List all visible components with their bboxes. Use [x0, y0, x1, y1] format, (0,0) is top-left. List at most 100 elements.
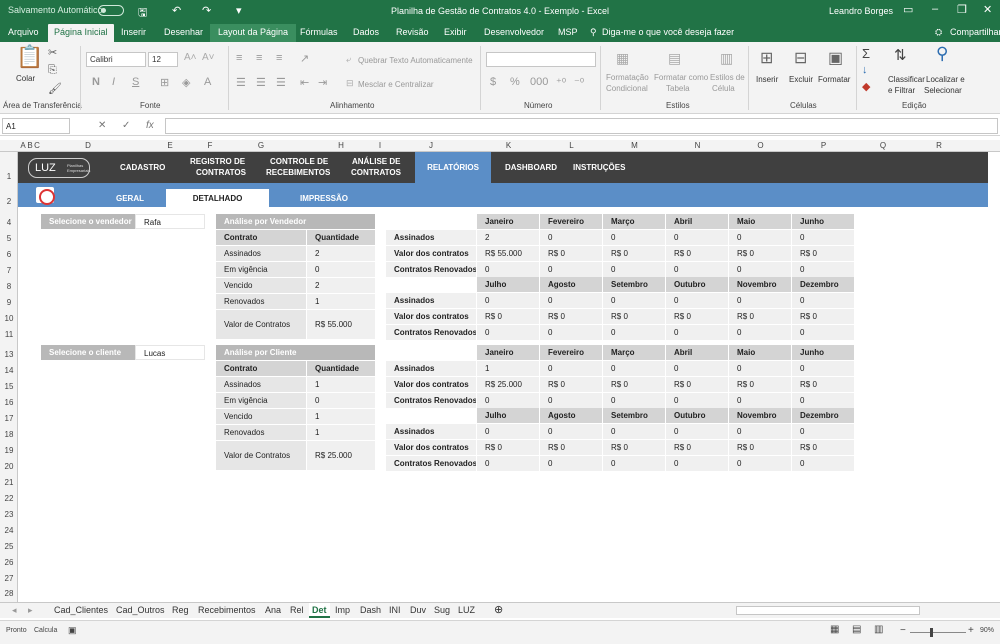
format-table-button-l2[interactable]: Tabela	[666, 84, 690, 93]
align-middle-icon[interactable]: ≡	[256, 52, 262, 64]
sheet-tab-active[interactable]: Det	[309, 603, 330, 618]
sheet-tab[interactable]: LUZ	[458, 605, 475, 615]
tab-formulas[interactable]: Fórmulas	[300, 27, 338, 37]
nav-controle-l2[interactable]: RECEBIMENTOS	[266, 168, 330, 178]
row-header[interactable]: 5	[0, 234, 18, 243]
enter-icon[interactable]: ✓	[122, 120, 130, 131]
select-client-input[interactable]: Lucas	[135, 345, 205, 360]
subnav-detalhado[interactable]: DETALHADO	[166, 189, 269, 207]
tell-me-search[interactable]: Diga-me o que você deseja fazer	[602, 27, 734, 37]
wrap-text-icon[interactable]: ⤶	[346, 54, 351, 65]
col-header[interactable]: G	[215, 141, 307, 150]
align-right-icon[interactable]: ☰	[276, 76, 286, 89]
cell-styles-button-l2[interactable]: Célula	[712, 84, 735, 93]
col-header[interactable]: O	[729, 141, 792, 150]
subnav-impressao[interactable]: IMPRESSÃO	[300, 194, 348, 203]
row-header[interactable]: 21	[0, 478, 18, 487]
nav-cadastro[interactable]: CADASTRO	[120, 163, 165, 173]
format-table-icon[interactable]: ▤	[668, 50, 681, 67]
zoom-in-icon[interactable]: +	[968, 625, 974, 636]
sheet-tab[interactable]: Dash	[360, 605, 381, 615]
tab-dados[interactable]: Dados	[353, 27, 379, 37]
percent-icon[interactable]: %	[510, 76, 520, 88]
row-header[interactable]: 1	[0, 172, 18, 181]
conditional-format-icon[interactable]: ▦	[616, 50, 629, 67]
row-header[interactable]: 22	[0, 494, 18, 503]
subnav-geral[interactable]: GERAL	[116, 194, 144, 203]
currency-icon[interactable]: $	[490, 76, 496, 88]
nav-controle-l1[interactable]: CONTROLE DE	[270, 157, 328, 167]
insert-cells-button[interactable]: Inserir	[756, 75, 778, 84]
col-header[interactable]: J	[385, 141, 477, 150]
row-header[interactable]: 14	[0, 366, 18, 375]
sort-filter-icon[interactable]: ⇅	[894, 46, 907, 64]
next-sheet-icon[interactable]: ▸	[28, 605, 33, 616]
merge-icon[interactable]: ⊟	[346, 78, 354, 89]
zoom-slider-thumb[interactable]	[930, 628, 933, 637]
paste-button[interactable]: Colar	[16, 74, 35, 83]
macro-record-icon[interactable]: ▣	[68, 625, 77, 636]
row-header[interactable]: 11	[0, 330, 18, 339]
page-layout-view-icon[interactable]: ▤	[852, 624, 861, 635]
ribbon-options-icon[interactable]: ▭	[903, 3, 913, 16]
row-header[interactable]: 26	[0, 558, 18, 567]
conditional-format-button-l2[interactable]: Condicional	[606, 84, 648, 93]
cell-styles-button-l1[interactable]: Estilos de	[710, 73, 745, 82]
nav-instrucoes[interactable]: INSTRUÇÕES	[573, 163, 625, 173]
sheet-tab[interactable]: Cad_Outros	[116, 605, 165, 615]
tab-arquivo[interactable]: Arquivo	[8, 27, 39, 37]
restore-icon[interactable]: ❐	[957, 3, 967, 16]
align-bottom-icon[interactable]: ≡	[276, 52, 282, 64]
fill-color-icon[interactable]: ◈	[182, 76, 190, 89]
wrap-text-button[interactable]: Quebrar Texto Automaticamente	[358, 56, 473, 65]
row-header[interactable]: 6	[0, 250, 18, 259]
row-header[interactable]: 24	[0, 526, 18, 535]
sheet-tab[interactable]: Sug	[434, 605, 450, 615]
format-cells-button[interactable]: Formatar	[818, 75, 850, 84]
font-color-icon[interactable]: A	[204, 76, 211, 88]
col-header[interactable]: K	[477, 141, 540, 150]
font-name-select[interactable]: Calibri	[86, 52, 146, 67]
col-header[interactable]: R	[911, 141, 967, 150]
nav-relatorios[interactable]: RELATÓRIOS	[415, 152, 491, 183]
col-header[interactable]: I	[375, 141, 385, 150]
tab-pagina-inicial[interactable]: Página Inicial	[48, 24, 114, 42]
insert-function-icon[interactable]: fx	[146, 120, 154, 131]
autosum-icon[interactable]: Σ	[862, 46, 870, 61]
format-painter-icon[interactable]: 🖌	[48, 82, 62, 95]
format-cells-icon[interactable]: ▣	[828, 48, 843, 68]
col-header[interactable]: M	[603, 141, 666, 150]
col-header[interactable]: D	[41, 141, 135, 150]
row-header[interactable]: 19	[0, 446, 18, 455]
nav-registro-l2[interactable]: CONTRATOS	[196, 168, 246, 178]
row-header[interactable]: 17	[0, 414, 18, 423]
close-icon[interactable]: ✕	[983, 3, 992, 16]
row-header[interactable]: 27	[0, 574, 18, 583]
sheet-tab[interactable]: INI	[389, 605, 401, 615]
increase-decimal-icon[interactable]: ⁺⁰	[556, 76, 566, 89]
nav-analise-l1[interactable]: ANÁLISE DE	[352, 157, 400, 167]
align-top-icon[interactable]: ≡	[236, 52, 242, 64]
tab-msp[interactable]: MSP	[558, 27, 578, 37]
orientation-icon[interactable]: ↗	[300, 52, 309, 65]
delete-cells-icon[interactable]: ⊟	[794, 48, 807, 68]
sheet-tab[interactable]: Imp	[335, 605, 350, 615]
col-header[interactable]: H	[307, 141, 375, 150]
zoom-out-icon[interactable]: −	[900, 625, 906, 636]
minimize-icon[interactable]: –	[932, 3, 938, 15]
tab-desenvolvedor[interactable]: Desenvolvedor	[484, 27, 544, 37]
row-header[interactable]: 7	[0, 266, 18, 275]
sheet-tab[interactable]: Ana	[265, 605, 281, 615]
italic-icon[interactable]: I	[112, 76, 115, 88]
comma-icon[interactable]: 000	[530, 76, 548, 88]
merge-center-button[interactable]: Mesclar e Centralizar	[358, 80, 434, 89]
number-format-select[interactable]	[486, 52, 596, 67]
row-header[interactable]: 18	[0, 430, 18, 439]
col-header[interactable]: E	[135, 141, 205, 150]
delete-cells-button[interactable]: Excluir	[789, 75, 813, 84]
row-header[interactable]: 9	[0, 298, 18, 307]
tab-desenhar[interactable]: Desenhar	[164, 27, 203, 37]
col-header[interactable]: A	[19, 141, 27, 150]
sheet-tab[interactable]: Duv	[410, 605, 426, 615]
insert-cells-icon[interactable]: ⊞	[760, 48, 773, 68]
